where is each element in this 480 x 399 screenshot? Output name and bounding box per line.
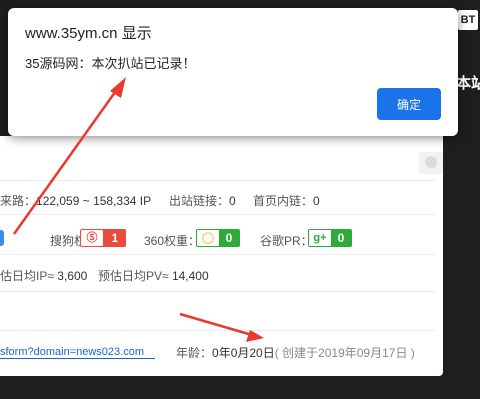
- arrow-up-line: [12, 87, 120, 235]
- annotation-arrows: [12, 77, 264, 342]
- arrow-down-line: [179, 312, 253, 337]
- arrow-down-head-icon: [246, 330, 264, 342]
